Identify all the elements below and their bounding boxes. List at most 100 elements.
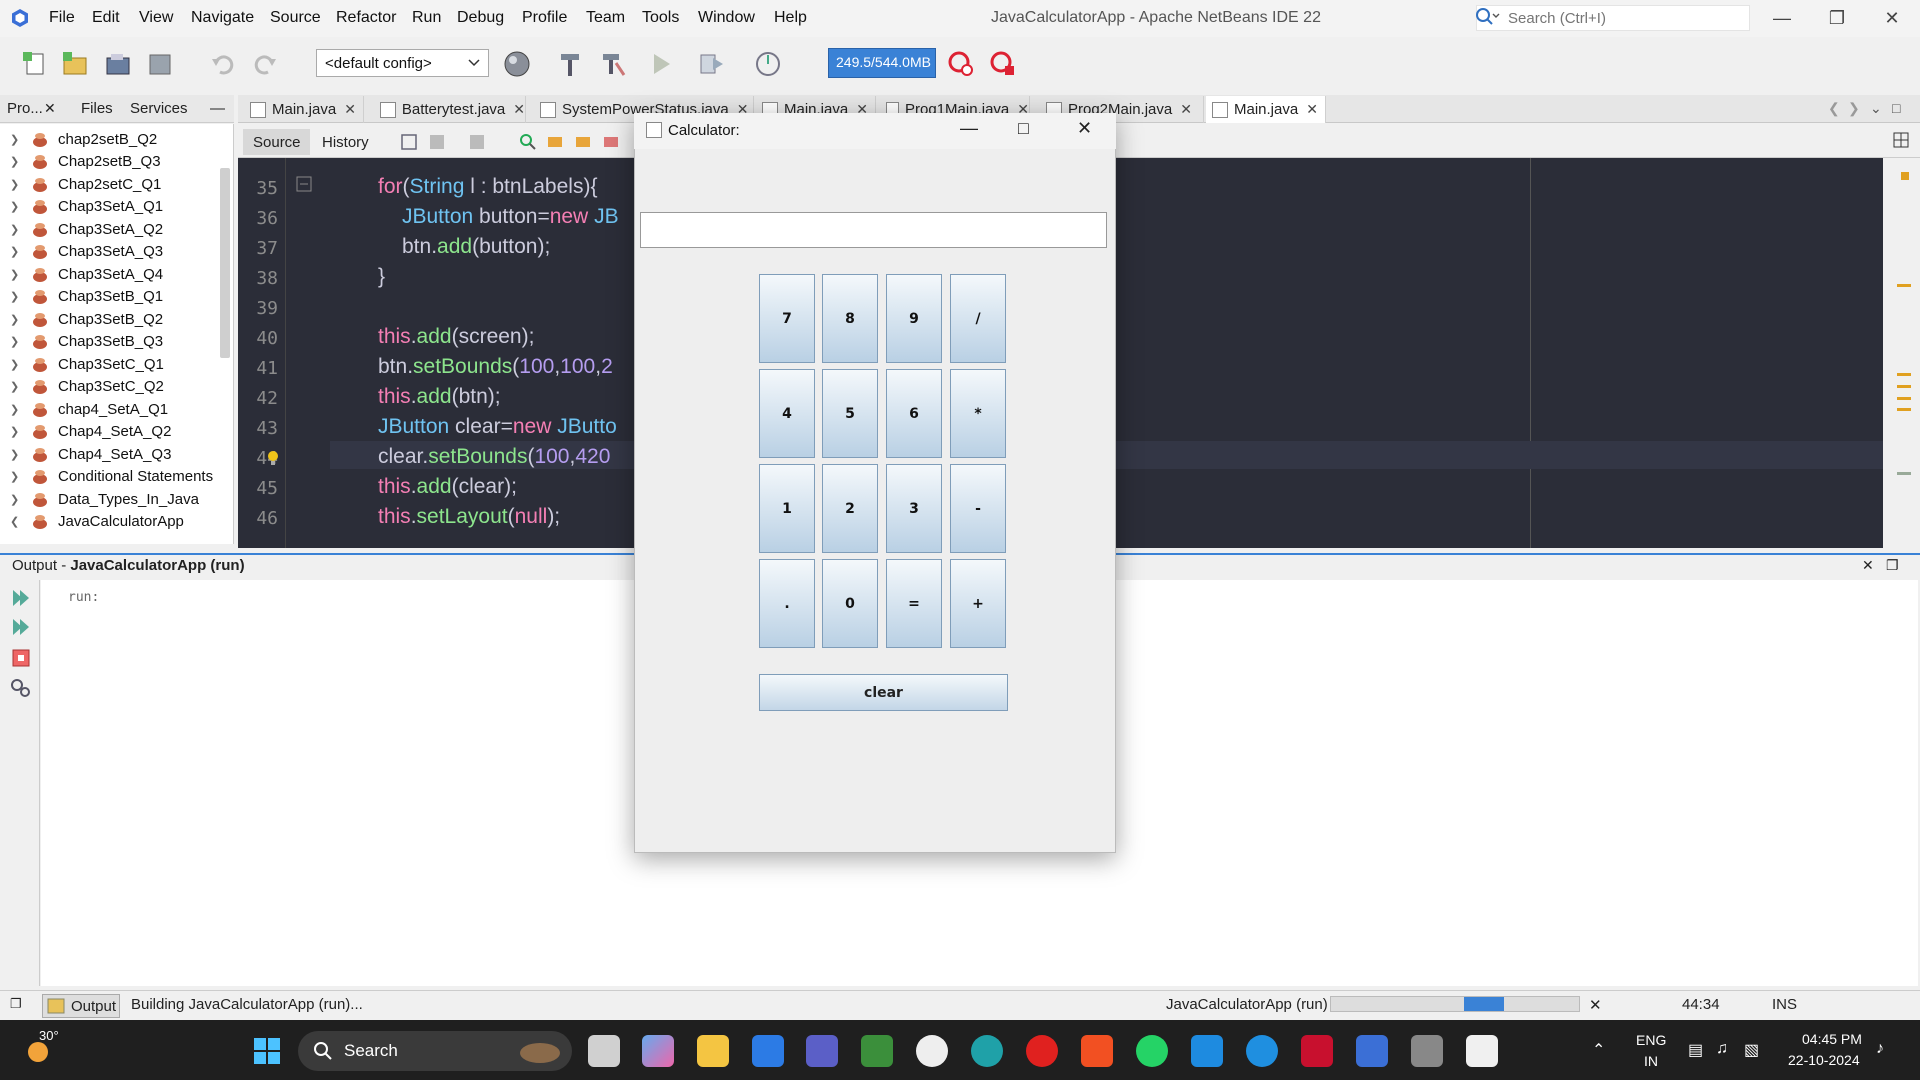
calc-button-2[interactable]: 2 bbox=[822, 464, 878, 553]
tree-item[interactable]: ❯ Chap3SetA_Q4 bbox=[0, 263, 222, 285]
notepad-icon[interactable] bbox=[752, 1035, 784, 1067]
minimize-icon[interactable]: — bbox=[960, 118, 978, 139]
rerun-with-params-icon[interactable] bbox=[10, 617, 32, 637]
edge-icon[interactable] bbox=[971, 1035, 1003, 1067]
language-indicator[interactable]: ENG bbox=[1636, 1032, 1666, 1048]
close-icon[interactable]: ✕ bbox=[1306, 101, 1318, 118]
find-icon[interactable] bbox=[518, 132, 538, 152]
chevron-right-icon[interactable]: ❯ bbox=[10, 448, 22, 461]
find-previous-icon[interactable] bbox=[546, 132, 566, 152]
calc-button-add[interactable]: + bbox=[950, 559, 1006, 648]
clock-date[interactable]: 22-10-2024 bbox=[1788, 1052, 1860, 1068]
chevron-right-icon[interactable]: ❯ bbox=[10, 133, 22, 146]
region-indicator[interactable]: IN bbox=[1644, 1053, 1658, 1069]
chevron-down-icon[interactable]: ❮ bbox=[10, 515, 22, 528]
tree-item[interactable]: ❯ Chap3SetB_Q2 bbox=[0, 308, 222, 330]
tree-item[interactable]: ❯ Chap3SetA_Q2 bbox=[0, 218, 222, 240]
maximize-window-icon[interactable]: ❐ bbox=[1886, 557, 1899, 574]
tree-item[interactable]: ❯ Conditional Statements bbox=[0, 465, 222, 487]
search-input[interactable] bbox=[1508, 5, 1748, 31]
build-status[interactable]: Building JavaCalculatorApp (run)... bbox=[131, 996, 363, 1013]
menu-refactor[interactable]: Refactor bbox=[336, 9, 396, 27]
mcafee-icon[interactable] bbox=[1301, 1035, 1333, 1067]
menu-help[interactable]: Help bbox=[774, 9, 807, 27]
open-project-icon[interactable] bbox=[103, 49, 133, 79]
tree-item[interactable]: ❯ Chap2setB_Q3 bbox=[0, 150, 222, 172]
tree-item[interactable]: ❯ Chap3SetC_Q2 bbox=[0, 375, 222, 397]
warning-marker[interactable] bbox=[1901, 172, 1909, 180]
menu-team[interactable]: Team bbox=[586, 9, 625, 27]
menu-file[interactable]: File bbox=[49, 9, 75, 27]
close-icon[interactable]: ✕ bbox=[344, 101, 356, 118]
file-explorer-icon[interactable] bbox=[697, 1035, 729, 1067]
calc-button-9[interactable]: 9 bbox=[886, 274, 942, 363]
tree-item[interactable]: ❯ Chap3SetB_Q1 bbox=[0, 285, 222, 307]
forward-icon[interactable] bbox=[468, 132, 488, 152]
split-editor-icon[interactable] bbox=[1893, 132, 1909, 148]
scroll-tabs-right-icon[interactable]: ❯ bbox=[1848, 100, 1860, 117]
new-project-icon[interactable] bbox=[60, 49, 90, 79]
calc-button-7[interactable]: 7 bbox=[759, 274, 815, 363]
menu-run[interactable]: Run bbox=[412, 9, 441, 27]
close-icon[interactable]: ✕ bbox=[44, 100, 56, 117]
globe-icon[interactable] bbox=[502, 49, 532, 79]
calc-button-decimal[interactable]: . bbox=[759, 559, 815, 648]
calculator-app-icon[interactable] bbox=[1411, 1035, 1443, 1067]
copilot-icon[interactable] bbox=[642, 1035, 674, 1067]
tree-item[interactable]: ❯ Chap4_SetA_Q2 bbox=[0, 420, 222, 442]
editor-tab[interactable]: Batterytest.java ✕ bbox=[374, 96, 526, 123]
battery-icon[interactable]: ▧ bbox=[1744, 1040, 1759, 1060]
calc-button-3[interactable]: 3 bbox=[886, 464, 942, 553]
tab-projects[interactable]: Pro... bbox=[7, 100, 43, 117]
rerun-icon[interactable] bbox=[10, 588, 32, 608]
weather-temperature[interactable]: 30° bbox=[39, 1028, 59, 1043]
annotation-marker[interactable] bbox=[1897, 385, 1911, 388]
chevron-right-icon[interactable]: ❯ bbox=[10, 425, 22, 438]
clock-icon[interactable] bbox=[916, 1035, 948, 1067]
chevron-right-icon[interactable]: ❯ bbox=[10, 403, 22, 416]
hint-bulb-icon[interactable] bbox=[266, 450, 280, 466]
close-icon[interactable]: ✕ bbox=[513, 101, 525, 118]
profile-snapshot-icon[interactable] bbox=[988, 49, 1018, 79]
calc-button-subtract[interactable]: - bbox=[950, 464, 1006, 553]
clear-button[interactable]: clear bbox=[759, 674, 1008, 711]
tab-files[interactable]: Files bbox=[81, 100, 113, 117]
tree-item[interactable]: ❯ Chap3SetA_Q1 bbox=[0, 195, 222, 217]
menu-debug[interactable]: Debug bbox=[457, 9, 504, 27]
gc-icon[interactable] bbox=[946, 49, 976, 79]
new-file-icon[interactable] bbox=[20, 49, 50, 79]
chevron-right-icon[interactable]: ❯ bbox=[10, 358, 22, 371]
chevron-down-icon[interactable] bbox=[466, 54, 482, 70]
teams-icon[interactable] bbox=[806, 1035, 838, 1067]
tab-services[interactable]: Services bbox=[130, 100, 188, 117]
close-button[interactable]: ✕ bbox=[1870, 3, 1914, 33]
find-next-icon[interactable] bbox=[574, 132, 594, 152]
run-icon[interactable] bbox=[646, 49, 676, 79]
maximize-window-icon[interactable]: □ bbox=[1892, 100, 1900, 116]
tree-item[interactable]: ❯ Chap3SetA_Q3 bbox=[0, 240, 222, 262]
redo-icon[interactable] bbox=[250, 49, 280, 79]
chevron-right-icon[interactable]: ❯ bbox=[10, 335, 22, 348]
chevron-right-icon[interactable]: ❯ bbox=[10, 290, 22, 303]
annotation-marker[interactable] bbox=[1897, 472, 1911, 475]
calc-button-equals[interactable]: = bbox=[886, 559, 942, 648]
tree-item[interactable]: ❯ Chap4_SetA_Q3 bbox=[0, 443, 222, 465]
chevron-right-icon[interactable]: ❯ bbox=[10, 470, 22, 483]
calc-button-1[interactable]: 1 bbox=[759, 464, 815, 553]
last-edit-icon[interactable] bbox=[400, 132, 420, 152]
calculator-display[interactable] bbox=[640, 212, 1107, 248]
chevron-right-icon[interactable]: ❯ bbox=[10, 200, 22, 213]
tree-item[interactable]: ❯ chap2setB_Q2 bbox=[0, 128, 222, 150]
whatsapp-icon[interactable] bbox=[1136, 1035, 1168, 1067]
annotation-marker[interactable] bbox=[1897, 397, 1911, 400]
chevron-right-icon[interactable]: ❯ bbox=[10, 268, 22, 281]
notification-app-icon[interactable] bbox=[861, 1035, 893, 1067]
editor-tab-active[interactable]: Main.java ✕ bbox=[1206, 96, 1326, 123]
calc-button-8[interactable]: 8 bbox=[822, 274, 878, 363]
chevron-right-icon[interactable]: ❯ bbox=[10, 155, 22, 168]
clock-time[interactable]: 04:45 PM bbox=[1802, 1031, 1862, 1047]
maximize-icon[interactable]: □ bbox=[1018, 118, 1029, 139]
tree-item[interactable]: ❯ Data_Types_In_Java bbox=[0, 488, 222, 510]
calc-button-6[interactable]: 6 bbox=[886, 369, 942, 458]
minimize-button[interactable]: — bbox=[1760, 3, 1804, 33]
